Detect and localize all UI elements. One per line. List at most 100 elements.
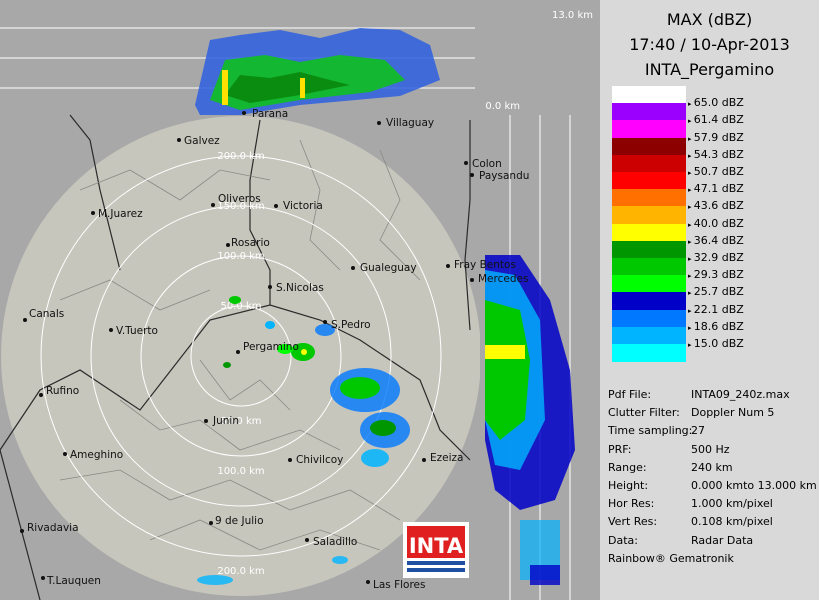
legend-swatch [612, 223, 686, 242]
legend-label: ▸ 43.6 dBZ [688, 199, 744, 212]
city-tlauquen: T.Lauquen [41, 575, 101, 587]
legend-swatch [612, 309, 686, 328]
city-canals: Canals [23, 308, 64, 322]
svg-text:Galvez: Galvez [184, 135, 220, 147]
svg-text:Gualeguay: Gualeguay [360, 262, 417, 274]
svg-text:Fray Bentos: Fray Bentos [454, 259, 516, 271]
legend-label-text: 36.4 dBZ [693, 233, 744, 247]
echo-area [265, 321, 275, 329]
city-lasflores: Las Flores [366, 579, 426, 591]
city-snicolas: S.Nicolas [268, 282, 324, 294]
info-value: Radar Data [691, 533, 754, 547]
info-key: Height: [608, 479, 649, 492]
range-label: 200.0 km [217, 566, 264, 577]
legend-swatch [612, 103, 686, 121]
svg-text:Mercedes: Mercedes [478, 273, 528, 285]
city-pergamino: Pergamino [236, 341, 299, 354]
legend-swatch [612, 240, 686, 259]
info-value: Doppler Num 5 [691, 406, 775, 420]
echo-area [197, 575, 233, 585]
legend-label-text: 43.6 dBZ [693, 199, 744, 213]
city-gualeguay: Gualeguay [351, 262, 417, 274]
legend-label-text: 65.0 dBZ [693, 96, 744, 110]
svg-text:Rivadavia: Rivadavia [27, 522, 79, 534]
echo-area [530, 565, 560, 585]
legend-label: ▸ 61.4 dBZ [688, 113, 744, 126]
radar-map: 13.0 km 0.0 km 200.0 km 150.0 km 100.0 k… [0, 0, 600, 600]
svg-text:V.Tuerto: V.Tuerto [116, 325, 158, 337]
city-vtuerto: V.Tuerto [109, 325, 158, 337]
svg-text:Parana: Parana [252, 108, 288, 120]
legend-label-text: 61.4 dBZ [693, 113, 744, 127]
range-label: 50.0 km [221, 301, 262, 312]
legend-label-text: 15.0 dBZ [693, 337, 744, 350]
legend-swatch [612, 172, 686, 190]
svg-text:9 de Julio: 9 de Julio [215, 515, 264, 527]
legend-label-text: 18.6 dBZ [693, 319, 744, 333]
info-value: 0.108 km/pixel [691, 515, 773, 529]
svg-text:Victoria: Victoria [283, 200, 323, 212]
city-mercedes: Mercedes [470, 273, 528, 285]
city-galvez: Galvez [177, 135, 220, 147]
legend-label: ▸ 29.3 dBZ [688, 268, 744, 281]
svg-text:Oliveros: Oliveros [218, 193, 261, 205]
logo-text: INTA [409, 534, 464, 558]
svg-text:Colon: Colon [472, 158, 502, 170]
legend-label-text: 54.3 dBZ [693, 147, 744, 161]
echo-cell [222, 70, 228, 105]
legend-panel: MAX (dBZ) 17:40 / 10-Apr-2013 INTA_Perga… [600, 0, 819, 600]
info-key: Data: [608, 533, 638, 547]
product-station: INTA_Pergamino [644, 60, 775, 79]
legend-label-text: 29.3 dBZ [693, 268, 744, 282]
svg-text:S.Pedro: S.Pedro [331, 319, 371, 331]
echo-area [229, 296, 241, 304]
city-paysandu: Paysandu [470, 170, 529, 182]
legend-label: ▸ 22.1 dBZ [688, 303, 744, 316]
legend-label: ▸ 57.9 dBZ [688, 131, 744, 144]
legend-label: ▸ 36.4 dBZ [688, 234, 744, 247]
legend-label: ▸ 40.0 dBZ [688, 217, 744, 230]
info-value: 27 [691, 424, 705, 438]
city-rosario: Rosario [226, 237, 270, 249]
svg-text:Pergamino: Pergamino [243, 341, 299, 353]
legend-swatch [612, 154, 686, 173]
info-key: PRF: [608, 442, 632, 456]
info-key: Range: [608, 460, 647, 474]
inta-logo: INTA [403, 522, 469, 578]
legend-swatch [612, 120, 686, 139]
svg-text:Las Flores: Las Flores [373, 579, 426, 591]
info-key: Hor Res: [608, 497, 655, 511]
legend-label: ▸ 54.3 dBZ [688, 148, 744, 161]
product-datetime: 17:40 / 10-Apr-2013 [629, 35, 790, 54]
echo-cell [485, 345, 525, 359]
range-label: 100.0 km [217, 251, 264, 262]
city-villaguay: Villaguay [377, 117, 434, 129]
legend-swatch [612, 292, 686, 311]
info-value: INTA09_240z.max [691, 388, 790, 401]
echo-area [332, 556, 348, 564]
echo-area [223, 362, 231, 368]
legend-label-text: 25.7 dBZ [693, 285, 744, 299]
legend-label: ▸ 32.9 dBZ [688, 251, 744, 264]
city-oliveros: Oliveros [211, 193, 261, 207]
footer-credit: Rainbow® Gematronik [608, 552, 734, 565]
top-cross-section: 13.0 km 0.0 km [0, 0, 600, 115]
legend-label: ▸ 47.1 dBZ [688, 182, 744, 195]
legend-label-text: 57.9 dBZ [693, 130, 744, 144]
legend-label: ▸ 15.0 dBZ [688, 337, 744, 350]
city-spedro: S.Pedro [323, 319, 371, 331]
svg-text:Ameghino: Ameghino [70, 449, 123, 461]
info-key: Vert Res: [608, 515, 658, 529]
legend-label: ▸ 25.7 dBZ [688, 285, 744, 298]
svg-text:Saladillo: Saladillo [313, 536, 357, 548]
echo-cell [300, 78, 305, 98]
info-value: 1.000 km/pixel [691, 497, 773, 511]
legend-label-text: 40.0 dBZ [693, 216, 744, 230]
svg-text:T.Lauquen: T.Lauquen [46, 575, 101, 587]
legend-swatch [612, 344, 686, 362]
info-key: Time sampling: [608, 424, 693, 438]
legend-swatch [612, 189, 686, 207]
city-fraybentos: Fray Bentos [446, 259, 516, 271]
right-cross-section [480, 115, 600, 600]
city-rivadavia: Rivadavia [20, 522, 79, 534]
